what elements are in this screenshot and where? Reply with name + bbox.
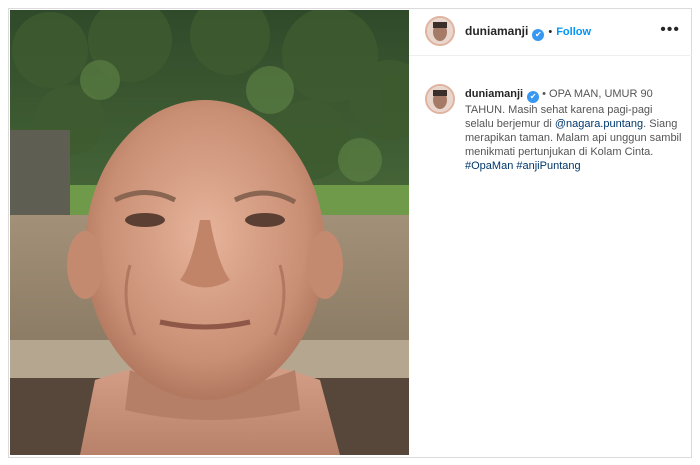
video-frame-image	[10, 10, 409, 455]
verified-badge-icon: ✔	[532, 29, 545, 41]
hashtag-link[interactable]: #anjiPuntang	[516, 160, 580, 172]
page-frame: duniamanji ✔ • Follow ••• duniamanji ✔ • OPA…	[0, 0, 700, 465]
header-meta: duniamanji ✔ • Follow	[465, 24, 591, 41]
avatar[interactable]	[425, 16, 455, 46]
verified-badge-icon: ✔	[527, 91, 540, 103]
more-options-icon[interactable]: •••	[660, 22, 680, 38]
post-sidebar: duniamanji ✔ • Follow ••• duniamanji ✔ • OPA…	[409, 8, 692, 458]
avatar-image	[427, 86, 453, 112]
username-link[interactable]: duniamanji	[465, 24, 528, 38]
separator-dot: •	[548, 26, 553, 38]
hashtag-link[interactable]: #OpaMan	[465, 160, 513, 172]
caption-avatar[interactable]	[425, 84, 455, 114]
post-media-video[interactable]	[10, 10, 409, 455]
caption-username-link[interactable]: duniamanji	[465, 88, 523, 100]
caption-text: duniamanji ✔ • OPA MAN, UMUR 90 TAHUN. Ma…	[465, 87, 683, 173]
post-header: duniamanji ✔ • Follow •••	[409, 8, 692, 56]
mention-link[interactable]: @nagara.puntang	[555, 118, 643, 130]
avatar-image	[427, 18, 453, 44]
follow-button[interactable]: Follow	[556, 26, 591, 38]
